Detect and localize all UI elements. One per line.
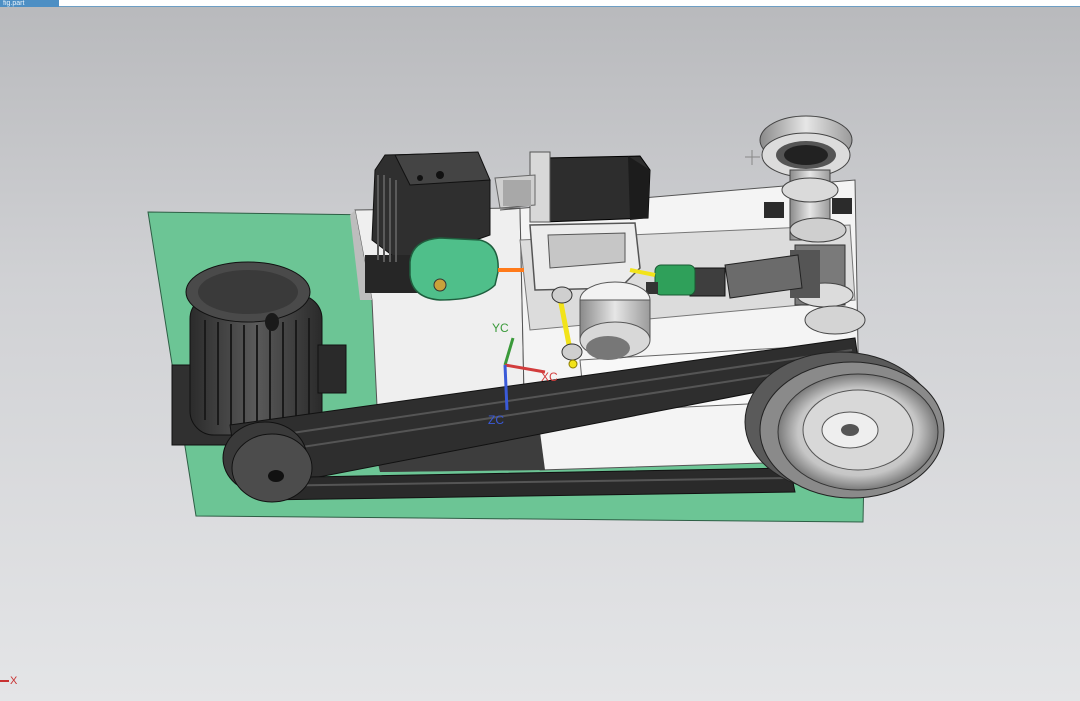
wcs-z-label: ZC [488, 413, 504, 427]
absolute-x-axis-icon [0, 680, 9, 682]
absolute-axis-x-label: X [10, 675, 18, 687]
title-bar: fig.part [0, 0, 1080, 7]
graphics-viewport[interactable]: YC XC ZC X [0, 8, 1080, 701]
wcs-x-label: XC [541, 370, 558, 384]
cad-model-view[interactable]: YC XC ZC [0, 8, 1080, 701]
idler-spool[interactable] [579, 281, 651, 360]
datum-marker-icon [745, 150, 760, 165]
wcs-z-axis [503, 364, 509, 411]
active-file-tab[interactable]: fig.part [0, 0, 59, 7]
wcs-y-label: YC [492, 321, 509, 335]
bearing-bracket[interactable] [529, 222, 641, 291]
